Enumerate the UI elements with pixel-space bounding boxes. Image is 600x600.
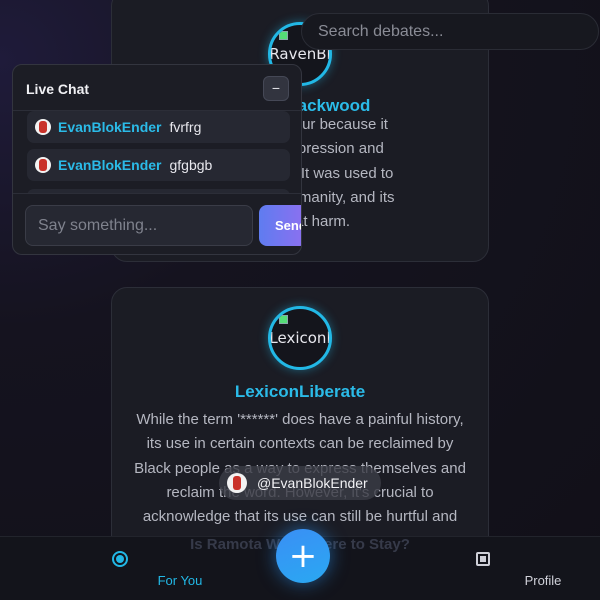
nav-for-you-label: For You (157, 573, 203, 588)
chat-message-text: gfgbgb (169, 157, 213, 173)
chat-input[interactable] (25, 205, 253, 246)
chat-footer: Send (13, 193, 301, 254)
user-avatar-icon (35, 157, 51, 173)
card-body-line: its use in certain contexts can be recla… (146, 435, 454, 453)
chat-message: EvanBlokEnder fvrfrg (27, 111, 290, 143)
nav-profile-label: Profile (524, 573, 562, 588)
chat-message-user[interactable]: EvanBlokEnder (58, 119, 161, 135)
broken-image-icon (279, 31, 288, 40)
broken-image-icon (279, 315, 288, 324)
live-chat-panel: Live Chat − EvanBlokEnder fvrfrg EvanBlo… (12, 64, 302, 255)
chat-message-text: fvrfrg (169, 119, 202, 135)
search-input[interactable] (301, 13, 599, 50)
chat-title: Live Chat (26, 81, 90, 97)
user-toast[interactable]: @EvanBlokEnder (219, 466, 381, 500)
chat-message-user[interactable]: EvanBlokEnder (58, 157, 161, 173)
author-name[interactable]: LexiconLiberate (112, 382, 488, 402)
chat-message: EvanBlokEnder gfgbgb (27, 149, 290, 181)
avatar-alt-text: Lexiconl (269, 329, 331, 347)
user-avatar-icon (227, 473, 247, 493)
user-avatar-icon (35, 119, 51, 135)
chat-header: Live Chat − (13, 65, 301, 111)
card-body-line: While the term '******' does have a pain… (136, 411, 464, 428)
chat-message-list[interactable]: EvanBlokEnder fvrfrg EvanBlokEnder gfgbg… (13, 111, 301, 193)
toast-handle: @EvanBlokEnder (257, 475, 368, 491)
create-debate-button[interactable]: + (276, 529, 330, 583)
author-avatar[interactable]: Lexiconl (268, 306, 332, 370)
card-body-line: acknowledge that its use can still be hu… (142, 508, 458, 526)
profile-square-icon (476, 552, 490, 566)
send-button[interactable]: Send (259, 205, 301, 246)
radio-dot-icon (112, 551, 128, 567)
minimize-chat-button[interactable]: − (263, 76, 289, 101)
